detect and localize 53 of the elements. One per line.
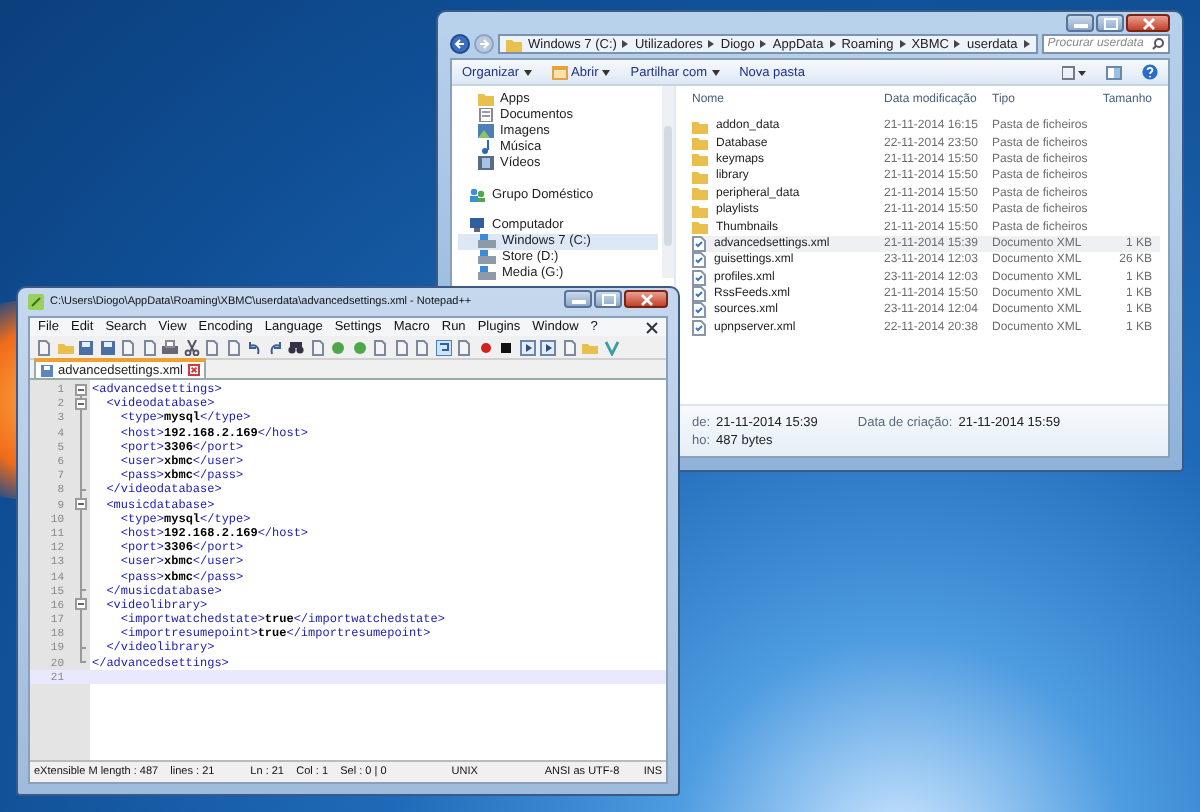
- maximize-button[interactable]: [594, 290, 622, 308]
- back-icon[interactable]: [450, 34, 470, 54]
- caret-icon: [523, 69, 532, 75]
- play-icon[interactable]: [540, 339, 556, 355]
- close-icon: [639, 293, 653, 305]
- play-icon[interactable]: [519, 339, 535, 355]
- view-icon[interactable]: [1062, 65, 1086, 79]
- fold-toggle-icon[interactable]: [73, 395, 87, 412]
- maximize-icon: [601, 293, 615, 305]
- fold-toggle-icon[interactable]: [73, 596, 87, 613]
- chevron-icon: [622, 40, 629, 48]
- window-icon: [551, 65, 568, 79]
- chevron-icon: [760, 40, 767, 48]
- close-icon: [1141, 17, 1155, 29]
- computer-icon: [468, 218, 486, 233]
- close-button[interactable]: [624, 290, 668, 308]
- scrollbar[interactable]: [662, 86, 674, 278]
- folder-icon: [478, 91, 494, 106]
- redo-icon[interactable]: [267, 339, 283, 355]
- search-icon: [1152, 38, 1164, 50]
- picture-icon: [478, 123, 494, 138]
- undo-icon[interactable]: [246, 339, 262, 355]
- close-button[interactable]: [1126, 14, 1170, 32]
- chevron-icon: [708, 40, 715, 48]
- scissors-icon[interactable]: [183, 339, 199, 355]
- film-icon: [478, 155, 494, 170]
- minimize-button[interactable]: [1066, 14, 1094, 32]
- minimize-icon: [571, 295, 585, 303]
- caret-icon: [602, 69, 611, 75]
- printer-icon[interactable]: [162, 339, 178, 355]
- preview-pane-icon[interactable]: [1106, 65, 1122, 79]
- chevron-icon: [954, 40, 961, 48]
- maximize-button[interactable]: [1096, 14, 1124, 32]
- folder-icon: [506, 37, 522, 51]
- notepad-app-icon: [28, 294, 44, 310]
- chevron-icon: [829, 40, 836, 48]
- check-icon[interactable]: [603, 339, 619, 355]
- caret-icon: [711, 69, 720, 75]
- record-icon[interactable]: [477, 339, 493, 355]
- help-icon[interactable]: [1142, 64, 1158, 80]
- binoculars-icon[interactable]: [288, 339, 304, 355]
- stop-icon[interactable]: [498, 339, 514, 355]
- minimize-button[interactable]: [564, 290, 592, 308]
- minimize-icon: [1073, 19, 1087, 27]
- maximize-icon: [1103, 17, 1117, 29]
- fold-toggle-icon[interactable]: [73, 496, 87, 513]
- music-note-icon: [478, 139, 494, 154]
- people-icon: [468, 187, 486, 202]
- close-icon[interactable]: [646, 321, 658, 333]
- fold-toggle-icon[interactable]: [73, 381, 87, 398]
- document-icon: [478, 107, 494, 122]
- chevron-icon: [1023, 40, 1030, 48]
- chevron-icon: [899, 40, 906, 48]
